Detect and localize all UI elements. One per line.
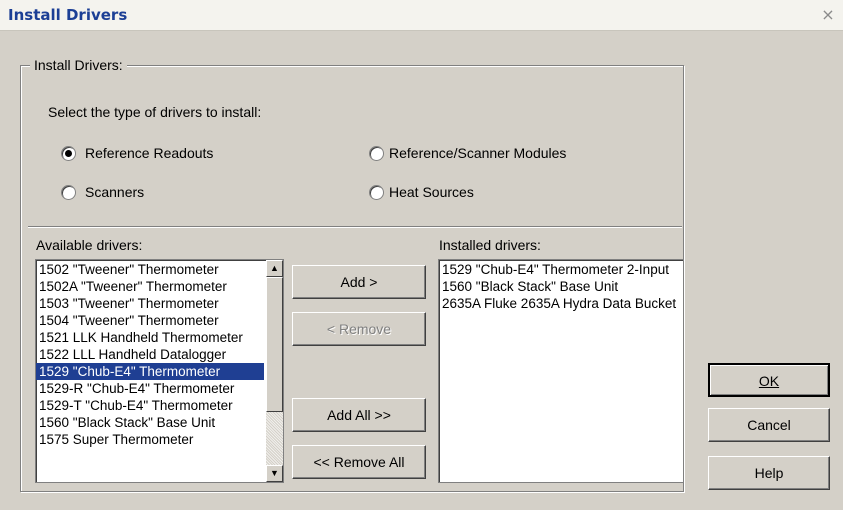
ok-button-label: OK: [758, 373, 780, 389]
scroll-thumb[interactable]: [266, 277, 283, 412]
list-item[interactable]: 1560 "Black Stack" Base Unit: [439, 278, 683, 295]
list-item[interactable]: 1529-R "Chub-E4" Thermometer: [36, 380, 264, 397]
list-item[interactable]: 1529 "Chub-E4" Thermometer 2-Input: [439, 261, 683, 278]
window-title: Install Drivers: [8, 6, 128, 24]
radio-reference-scanner-modules[interactable]: [369, 146, 384, 161]
add-button[interactable]: Add >: [292, 265, 426, 299]
title-bar: Install Drivers ×: [0, 0, 843, 31]
add-all-button-label: Add All >>: [327, 407, 391, 423]
installed-drivers-list[interactable]: 1529 "Chub-E4" Thermometer 2-Input 1560 …: [438, 259, 684, 483]
installed-drivers-label: Installed drivers:: [439, 237, 541, 253]
cancel-button[interactable]: Cancel: [708, 408, 830, 442]
available-drivers-label: Available drivers:: [36, 237, 143, 253]
help-button-label: Help: [754, 465, 784, 481]
list-item-selected[interactable]: 1529 "Chub-E4" Thermometer: [36, 363, 264, 380]
list-item[interactable]: 2635A Fluke 2635A Hydra Data Bucket: [439, 295, 683, 312]
radio-label-scanners[interactable]: Scanners: [85, 184, 144, 200]
radio-scanners[interactable]: [61, 185, 76, 200]
list-item[interactable]: 1575 Super Thermometer: [36, 431, 264, 448]
radio-heat-sources[interactable]: [369, 185, 384, 200]
close-icon[interactable]: ×: [819, 6, 837, 24]
help-button[interactable]: Help: [708, 456, 830, 490]
radio-reference-readouts[interactable]: [61, 146, 76, 161]
list-item[interactable]: 1522 LLL Handheld Datalogger: [36, 346, 264, 363]
list-item[interactable]: 1502 "Tweener" Thermometer: [36, 261, 264, 278]
group-separator: [28, 226, 682, 228]
driver-type-prompt: Select the type of drivers to install:: [48, 104, 262, 120]
radio-label-reference-readouts[interactable]: Reference Readouts: [85, 145, 213, 161]
cancel-button-label: Cancel: [747, 417, 791, 433]
list-item[interactable]: 1521 LLK Handheld Thermometer: [36, 329, 264, 346]
radio-label-reference-scanner-modules[interactable]: Reference/Scanner Modules: [389, 145, 566, 161]
ok-button[interactable]: OK: [708, 363, 830, 397]
remove-button[interactable]: < Remove: [292, 312, 426, 346]
add-all-button[interactable]: Add All >>: [292, 398, 426, 432]
list-item[interactable]: 1560 "Black Stack" Base Unit: [36, 414, 264, 431]
group-legend: Install Drivers:: [30, 57, 127, 73]
available-drivers-list[interactable]: 1502 "Tweener" Thermometer 1502A "Tweene…: [35, 259, 284, 483]
scroll-down-icon[interactable]: ▼: [266, 465, 283, 482]
remove-all-button-label: << Remove All: [313, 454, 405, 470]
list-item[interactable]: 1529-T "Chub-E4" Thermometer: [36, 397, 264, 414]
remove-all-button[interactable]: << Remove All: [292, 445, 426, 479]
radio-selected-dot: [65, 150, 72, 157]
remove-button-label: < Remove: [326, 321, 392, 337]
radio-label-heat-sources[interactable]: Heat Sources: [389, 184, 474, 200]
list-item[interactable]: 1503 "Tweener" Thermometer: [36, 295, 264, 312]
available-list-scrollbar[interactable]: ▲ ▼: [266, 260, 283, 482]
list-item[interactable]: 1504 "Tweener" Thermometer: [36, 312, 264, 329]
add-button-label: Add >: [340, 274, 378, 290]
list-item[interactable]: 1502A "Tweener" Thermometer: [36, 278, 264, 295]
scroll-up-icon[interactable]: ▲: [266, 260, 283, 277]
